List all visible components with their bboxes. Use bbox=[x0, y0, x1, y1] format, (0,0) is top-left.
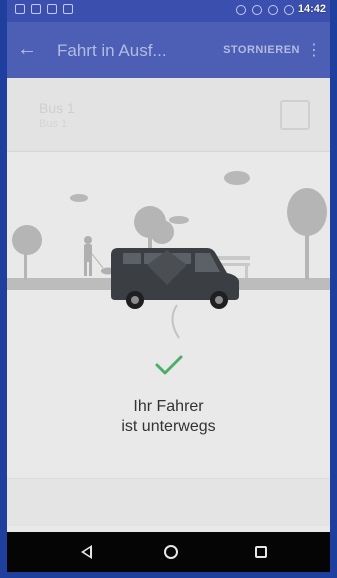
status-message-line2: ist unterwegs bbox=[121, 418, 216, 435]
cloud-illustration bbox=[169, 216, 189, 224]
cloud-illustration bbox=[224, 171, 250, 185]
bus-icon bbox=[280, 100, 310, 130]
bus-card: Bus 1 Bus 1 bbox=[7, 78, 330, 152]
checkmark-icon bbox=[155, 355, 183, 375]
notification-icon bbox=[15, 4, 25, 14]
nav-recents-icon bbox=[255, 546, 267, 558]
system-icons bbox=[236, 5, 294, 15]
person-illustration bbox=[84, 236, 92, 244]
wifi-icon bbox=[268, 5, 278, 15]
sync-icon bbox=[236, 5, 246, 15]
bus-subtitle: Bus 1 bbox=[39, 118, 68, 130]
notification-icons bbox=[15, 4, 73, 14]
status-time: 14:42 bbox=[297, 3, 326, 15]
alarm-icon bbox=[252, 5, 262, 15]
cloud-illustration bbox=[70, 194, 88, 202]
tree-illustration bbox=[287, 188, 327, 236]
back-arrow-icon[interactable]: ← bbox=[17, 38, 37, 61]
notification-icon bbox=[63, 4, 73, 14]
person-illustration bbox=[84, 244, 92, 262]
nav-home-icon bbox=[164, 545, 178, 559]
navigation-bar bbox=[7, 532, 330, 572]
notification-icon bbox=[47, 4, 57, 14]
page-title: Fahrt in Ausf... bbox=[57, 41, 167, 60]
nav-back-button[interactable] bbox=[75, 541, 97, 563]
person-illustration bbox=[84, 260, 87, 276]
status-message-line1: Ihr Fahrer bbox=[133, 398, 204, 415]
bench bbox=[245, 266, 248, 278]
road-path bbox=[171, 304, 180, 339]
person-illustration bbox=[89, 260, 92, 276]
status-message: Ihr Fahrer ist unterwegs bbox=[7, 397, 330, 437]
cancel-button[interactable]: STORNIEREN bbox=[223, 44, 300, 56]
bus-name: Bus 1 bbox=[39, 100, 75, 116]
nav-back-icon bbox=[80, 545, 92, 559]
nav-home-button[interactable] bbox=[160, 541, 182, 563]
notification-icon bbox=[31, 4, 41, 14]
tree-trunk bbox=[305, 230, 309, 280]
screen: 14:42 ← Fahrt in Ausf... STORNIEREN ⋮ Bu… bbox=[7, 0, 330, 572]
app-bar: ← Fahrt in Ausf... STORNIEREN ⋮ bbox=[7, 22, 330, 78]
device-frame: 14:42 ← Fahrt in Ausf... STORNIEREN ⋮ Bu… bbox=[0, 0, 337, 578]
dog-leash bbox=[91, 253, 104, 269]
signal-icon bbox=[284, 5, 294, 15]
nav-recents-button[interactable] bbox=[250, 541, 272, 563]
driver-on-the-way-illustration bbox=[7, 171, 330, 339]
more-vert-icon[interactable]: ⋮ bbox=[306, 40, 322, 60]
tree-illustration bbox=[150, 220, 174, 244]
status-bar: 14:42 bbox=[7, 0, 330, 22]
tree-illustration bbox=[12, 225, 42, 255]
bottom-action-button[interactable] bbox=[7, 478, 330, 526]
